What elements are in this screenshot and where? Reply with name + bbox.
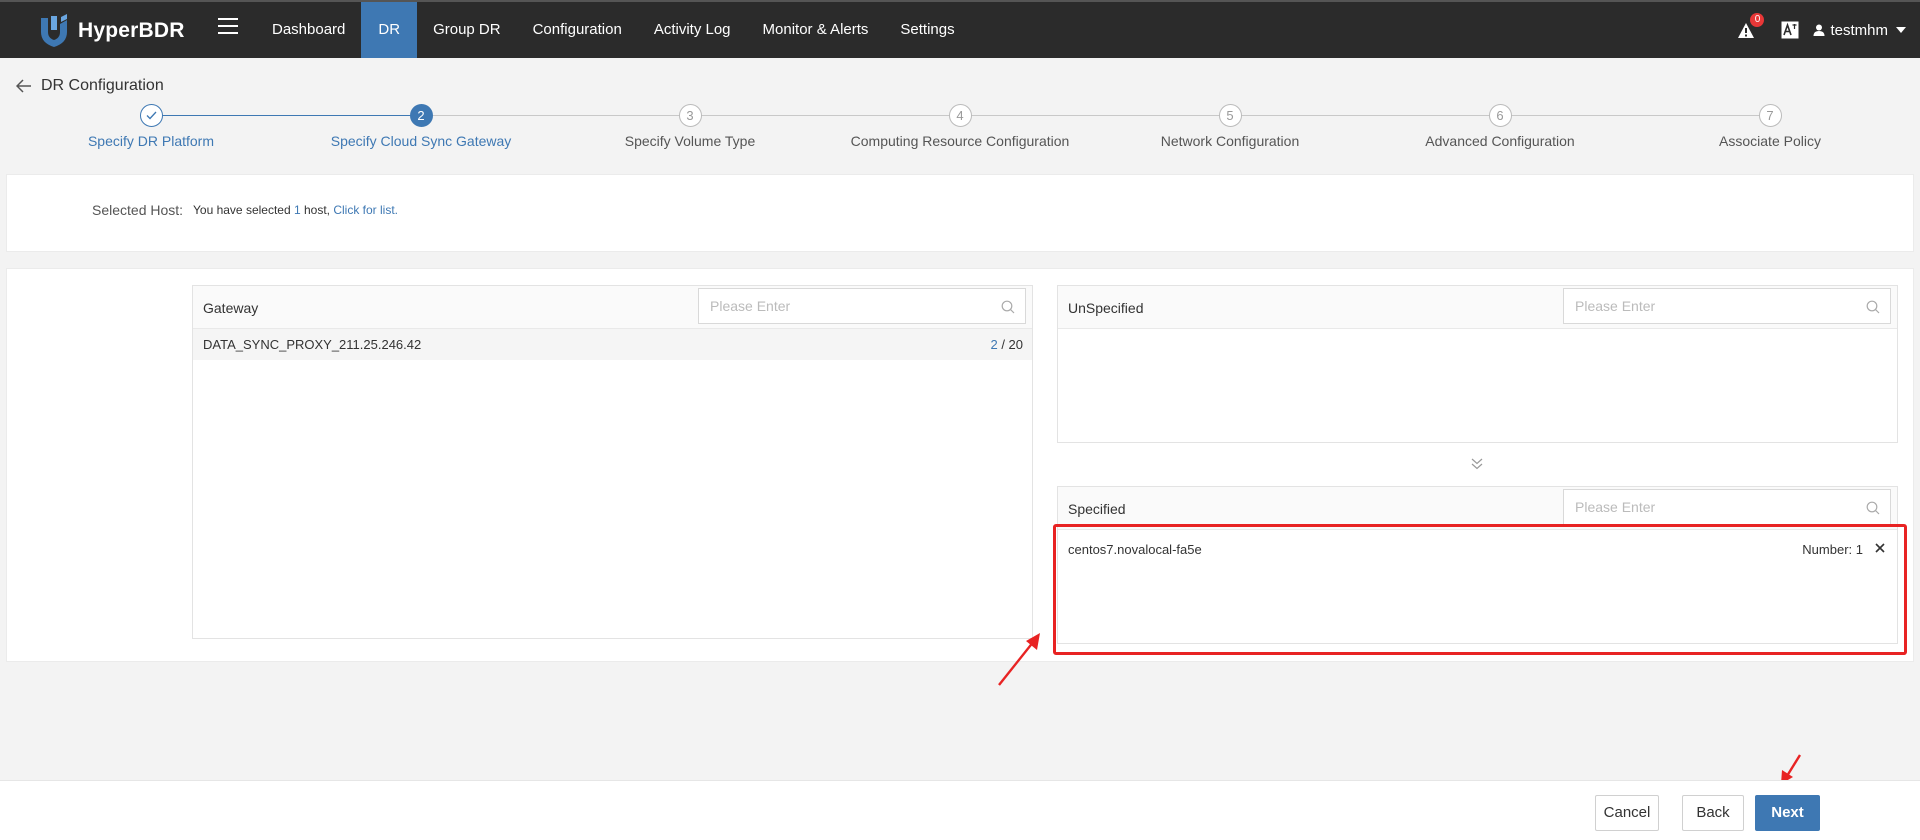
selected-host-card: Selected Host: You have selected 1 host,… bbox=[6, 174, 1914, 252]
app-name: HyperBDR bbox=[78, 19, 185, 42]
back-button[interactable]: Back bbox=[1682, 795, 1744, 831]
step-label: Advanced Configuration bbox=[1425, 133, 1575, 149]
nav-group-dr[interactable]: Group DR bbox=[417, 2, 517, 58]
step-number: 4 bbox=[948, 104, 972, 127]
alert-count-badge: 0 bbox=[1750, 13, 1765, 27]
step-number: 5 bbox=[1218, 104, 1242, 127]
step-label: Network Configuration bbox=[1160, 133, 1300, 149]
next-button[interactable]: Next bbox=[1755, 795, 1820, 831]
logo[interactable]: HyperBDR bbox=[38, 14, 185, 48]
selected-host-label: Selected Host: bbox=[92, 202, 184, 218]
check-icon bbox=[139, 104, 163, 127]
gateway-usage: 2 / 20 bbox=[990, 337, 1023, 352]
double-chevron-down-icon[interactable] bbox=[1470, 458, 1484, 470]
unspecified-panel-header: UnSpecified bbox=[1058, 286, 1897, 329]
menu-toggle-icon[interactable] bbox=[218, 18, 238, 36]
hyperbdr-logo-icon bbox=[41, 14, 67, 47]
nav-monitor-alerts[interactable]: Monitor & Alerts bbox=[747, 2, 885, 58]
step-number: 2 bbox=[409, 104, 433, 127]
gateway-search-input[interactable] bbox=[699, 289, 1025, 323]
selected-host-summary: You have selected 1 host, Click for list… bbox=[193, 203, 399, 217]
wizard-footer: Cancel Back Next bbox=[0, 780, 1920, 840]
gateway-row[interactable]: DATA_SYNC_PROXY_211.25.246.42 2 / 20 bbox=[193, 329, 1032, 360]
step-label: Specify DR Platform bbox=[87, 133, 215, 149]
gateway-search[interactable] bbox=[698, 288, 1026, 324]
step-label: Associate Policy bbox=[1719, 133, 1821, 149]
step-label: Computing Resource Configuration bbox=[850, 133, 1070, 149]
nav-settings[interactable]: Settings bbox=[884, 2, 970, 58]
top-nav-bar: HyperBDR Dashboard DR Group DR Configura… bbox=[0, 0, 1920, 58]
host-list-link[interactable]: Click for list. bbox=[333, 203, 398, 217]
specified-search-input[interactable] bbox=[1564, 490, 1890, 524]
step-6[interactable]: 6 Advanced Configuration bbox=[1365, 104, 1635, 149]
top-right-tools: 0 testmhm bbox=[1737, 2, 1906, 58]
gateway-panel: Gateway DATA_SYNC_PROXY_211.25.246.42 2 … bbox=[192, 285, 1033, 639]
step-number: 6 bbox=[1488, 104, 1512, 127]
step-3[interactable]: 3 Specify Volume Type bbox=[555, 104, 825, 149]
unspecified-search-input[interactable] bbox=[1564, 289, 1890, 323]
nav-dr[interactable]: DR bbox=[361, 2, 418, 58]
user-menu[interactable]: testmhm bbox=[1813, 22, 1906, 39]
gateway-name: DATA_SYNC_PROXY_211.25.246.42 bbox=[203, 337, 422, 352]
wizard-steps: Specify DR Platform 2 Specify Cloud Sync… bbox=[0, 104, 1920, 160]
back-arrow-icon[interactable] bbox=[16, 79, 32, 93]
page-header: DR Configuration bbox=[16, 77, 164, 95]
annotation-arrow-icon bbox=[998, 633, 1040, 686]
unspecified-panel: UnSpecified bbox=[1057, 285, 1898, 443]
user-icon bbox=[1813, 24, 1825, 36]
page-title: DR Configuration bbox=[41, 77, 164, 94]
annotation-highlight-box bbox=[1053, 524, 1907, 655]
step-2[interactable]: 2 Specify Cloud Sync Gateway bbox=[286, 104, 556, 149]
cancel-button[interactable]: Cancel bbox=[1595, 795, 1659, 831]
chevron-down-icon bbox=[1896, 27, 1906, 33]
gateway-title: Gateway bbox=[203, 300, 259, 316]
username: testmhm bbox=[1830, 21, 1888, 39]
step-label: Specify Cloud Sync Gateway bbox=[330, 133, 512, 149]
search-icon bbox=[1866, 501, 1880, 515]
nav-configuration[interactable]: Configuration bbox=[517, 2, 638, 58]
unspecified-title: UnSpecified bbox=[1068, 300, 1144, 316]
alerts-button[interactable]: 0 bbox=[1737, 13, 1765, 41]
search-icon bbox=[1001, 300, 1015, 314]
nav-dashboard[interactable]: Dashboard bbox=[256, 2, 361, 58]
step-7[interactable]: 7 Associate Policy bbox=[1635, 104, 1905, 149]
step-1[interactable]: Specify DR Platform bbox=[16, 104, 286, 149]
step-number: 7 bbox=[1758, 104, 1782, 127]
step-4[interactable]: 4 Computing Resource Configuration bbox=[825, 104, 1095, 149]
step-label: Specify Volume Type bbox=[624, 133, 756, 149]
search-icon bbox=[1866, 300, 1880, 314]
specified-title: Specified bbox=[1068, 501, 1126, 517]
step-5[interactable]: 5 Network Configuration bbox=[1095, 104, 1365, 149]
host-count: 1 bbox=[293, 203, 301, 217]
gateway-panel-header: Gateway bbox=[193, 286, 1032, 329]
step-number: 3 bbox=[678, 104, 702, 127]
unspecified-search[interactable] bbox=[1563, 288, 1891, 324]
specified-search[interactable] bbox=[1563, 489, 1891, 525]
main-nav: Dashboard DR Group DR Configuration Acti… bbox=[256, 2, 971, 58]
translate-icon[interactable] bbox=[1781, 21, 1799, 39]
nav-activity-log[interactable]: Activity Log bbox=[638, 2, 747, 58]
